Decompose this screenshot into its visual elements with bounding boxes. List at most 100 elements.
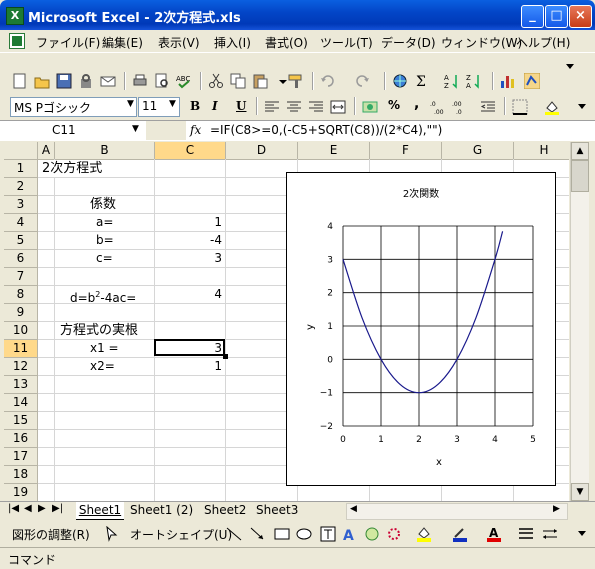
formula-input[interactable]: =IF(C8>=0,(-C5+SQRT(C8))/(2*C4),""): [210, 123, 442, 137]
merge-center-icon[interactable]: [330, 99, 346, 115]
workbook-icon[interactable]: [9, 33, 25, 49]
insert-function-button[interactable]: fx: [190, 123, 201, 137]
chart-object[interactable]: 2次関数 0 1 2 3 4 5 4 3 2 1 0 −1 −2 x y: [286, 172, 556, 486]
row-header[interactable]: 16: [4, 430, 38, 448]
menu-format[interactable]: 書式(O): [265, 34, 308, 51]
bold-button[interactable]: B: [190, 99, 200, 113]
clip-art-icon[interactable]: [386, 526, 402, 542]
scroll-right-icon[interactable]: ▶: [553, 504, 560, 514]
cell-b4[interactable]: a=: [96, 214, 113, 231]
vertical-scrollbar[interactable]: ▲ ▼: [570, 142, 589, 501]
horizontal-scrollbar[interactable]: ◀ ▶: [346, 503, 568, 520]
italic-button[interactable]: I: [212, 99, 218, 113]
select-objects-icon[interactable]: [104, 526, 120, 542]
save-icon[interactable]: [56, 73, 72, 89]
decrease-decimal-icon[interactable]: .00.0: [452, 99, 468, 115]
row-header[interactable]: 14: [4, 394, 38, 412]
cell-b8[interactable]: d=b2-4ac=: [70, 286, 136, 305]
row-header[interactable]: 17: [4, 448, 38, 466]
cell-b5[interactable]: b=: [96, 232, 114, 249]
column-header-a[interactable]: A: [38, 142, 55, 160]
row-header[interactable]: 5: [4, 232, 38, 250]
line-style-icon[interactable]: [518, 526, 534, 542]
tab-sheet3[interactable]: Sheet3: [256, 502, 298, 519]
rectangle-icon[interactable]: [274, 526, 290, 542]
arrow-style-icon[interactable]: [542, 526, 558, 542]
currency-icon[interactable]: [362, 99, 378, 115]
arrow-icon[interactable]: [250, 526, 266, 542]
menu-view[interactable]: 表示(V): [158, 34, 200, 51]
row-header[interactable]: 6: [4, 250, 38, 268]
cell-b11[interactable]: x1 =: [90, 340, 119, 357]
cut-icon[interactable]: [208, 73, 224, 89]
permission-icon[interactable]: [78, 73, 94, 89]
row-header[interactable]: 15: [4, 412, 38, 430]
fill-color-draw-icon[interactable]: [416, 526, 432, 542]
tab-sheet2[interactable]: Sheet2: [204, 502, 246, 519]
cell-c12[interactable]: 1: [204, 358, 222, 375]
cell-b3[interactable]: 係数: [90, 196, 117, 213]
maximize-button[interactable]: □: [545, 5, 568, 28]
font-color-icon[interactable]: A: [486, 526, 502, 542]
borders-icon[interactable]: [512, 99, 528, 115]
cell-c5[interactable]: -4: [200, 232, 222, 249]
cell-c8[interactable]: 4: [204, 286, 222, 303]
tab-sheet1[interactable]: Sheet1: [76, 502, 124, 520]
name-box[interactable]: C11 ▼: [0, 121, 147, 140]
redo-icon[interactable]: [354, 73, 370, 89]
menu-tools[interactable]: ツール(T): [320, 34, 373, 51]
minimize-button[interactable]: _: [521, 5, 544, 28]
cell-b12[interactable]: x2=: [90, 358, 115, 375]
format-painter-icon[interactable]: [288, 73, 304, 89]
scroll-thumb[interactable]: [571, 160, 589, 192]
cell-a1[interactable]: 2次方程式: [42, 160, 103, 177]
cell-b6[interactable]: c=: [96, 250, 113, 267]
sort-descending-icon[interactable]: ZA: [466, 73, 482, 89]
row-header[interactable]: 2: [4, 178, 38, 196]
menu-help[interactable]: ヘルプ(H): [516, 34, 570, 51]
comma-button[interactable]: ,: [414, 96, 419, 112]
line-icon[interactable]: [226, 526, 242, 542]
open-icon[interactable]: [34, 73, 50, 89]
percent-button[interactable]: %: [388, 98, 400, 112]
select-all-corner[interactable]: [4, 142, 38, 160]
cell-b10[interactable]: 方程式の実根: [60, 322, 139, 339]
menu-insert[interactable]: 挿入(I): [214, 34, 251, 51]
row-header[interactable]: 3: [4, 196, 38, 214]
textbox-icon[interactable]: [320, 526, 336, 542]
tab-sheet1-2[interactable]: Sheet1 (2): [130, 502, 193, 519]
scroll-up-icon[interactable]: ▲: [571, 142, 589, 160]
increase-decimal-icon[interactable]: .0.00: [430, 99, 446, 115]
toolbar-options-icon[interactable]: [562, 59, 578, 75]
adjust-shapes-menu[interactable]: 図形の調整(R): [12, 526, 90, 543]
row-header[interactable]: 13: [4, 376, 38, 394]
chart-wizard-icon[interactable]: [500, 73, 516, 89]
row-header[interactable]: 4: [4, 214, 38, 232]
align-left-icon[interactable]: [264, 99, 280, 115]
menu-file[interactable]: ファイル(F): [36, 34, 100, 51]
cell-c4[interactable]: 1: [204, 214, 222, 231]
row-header[interactable]: 19: [4, 484, 38, 501]
drawing-toggle-icon[interactable]: [524, 73, 540, 89]
print-icon[interactable]: [132, 73, 148, 89]
copy-icon[interactable]: [230, 73, 246, 89]
scroll-left-icon[interactable]: ◀: [350, 504, 357, 514]
close-button[interactable]: ×: [569, 5, 592, 28]
last-sheet-icon[interactable]: ▶|: [52, 503, 63, 514]
menu-window[interactable]: ウィンドウ(W): [441, 34, 522, 51]
cell-c11[interactable]: 3: [204, 340, 222, 357]
menu-edit[interactable]: 編集(E): [102, 34, 143, 51]
spelling-icon[interactable]: ABC: [176, 73, 192, 89]
prev-sheet-icon[interactable]: ◀: [24, 503, 32, 514]
row-header[interactable]: 10: [4, 322, 38, 340]
row-header[interactable]: 9: [4, 304, 38, 322]
oval-icon[interactable]: [296, 526, 312, 542]
decrease-indent-icon[interactable]: [480, 99, 496, 115]
row-header[interactable]: 7: [4, 268, 38, 286]
scroll-down-icon[interactable]: ▼: [571, 483, 589, 501]
row-header[interactable]: 8: [4, 286, 38, 304]
column-header-c[interactable]: C: [155, 142, 226, 160]
align-right-icon[interactable]: [308, 99, 324, 115]
row-header[interactable]: 1: [4, 160, 38, 178]
autosum-icon[interactable]: Σ: [414, 73, 430, 89]
